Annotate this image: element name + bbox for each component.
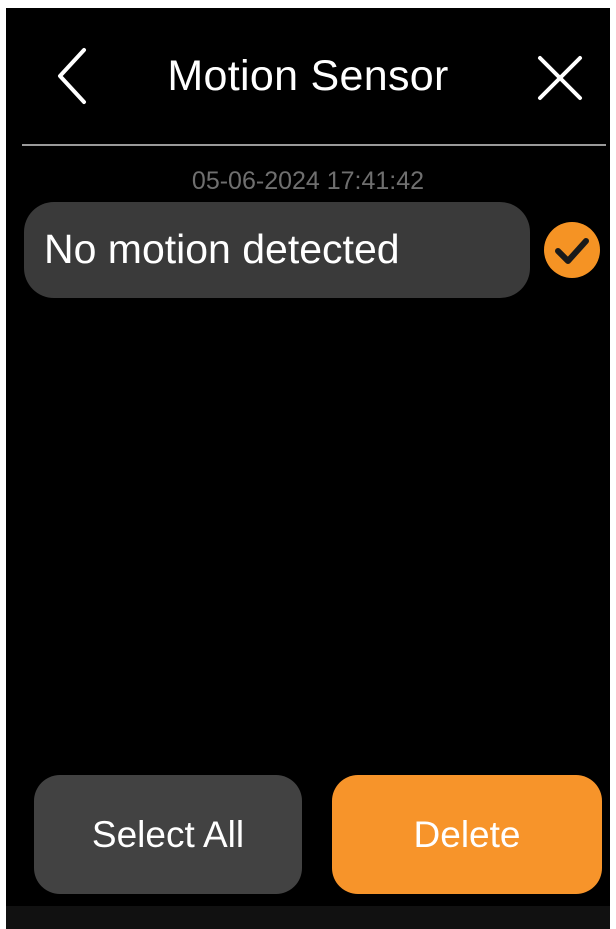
close-button[interactable] — [530, 48, 590, 108]
event-message-item[interactable]: No motion detected — [24, 202, 530, 298]
back-button[interactable] — [46, 44, 102, 108]
close-icon — [538, 56, 582, 100]
event-timestamp: 05-06-2024 17:41:42 — [191, 167, 425, 195]
page-title: Motion Sensor — [167, 52, 449, 100]
motion-sensor-screen: Motion Sensor 05-06-2024 17:41:42 No mot… — [6, 8, 610, 929]
bottom-bar — [6, 906, 610, 929]
header: Motion Sensor — [6, 8, 610, 146]
event-message-text: No motion detected — [44, 226, 400, 272]
chevron-left-icon — [58, 48, 86, 104]
delete-button[interactable]: Delete — [332, 775, 602, 894]
checkmark-icon — [555, 238, 589, 264]
select-all-button[interactable]: Select All — [34, 775, 302, 894]
event-select-checkbox[interactable] — [544, 222, 600, 278]
header-divider — [22, 144, 606, 146]
